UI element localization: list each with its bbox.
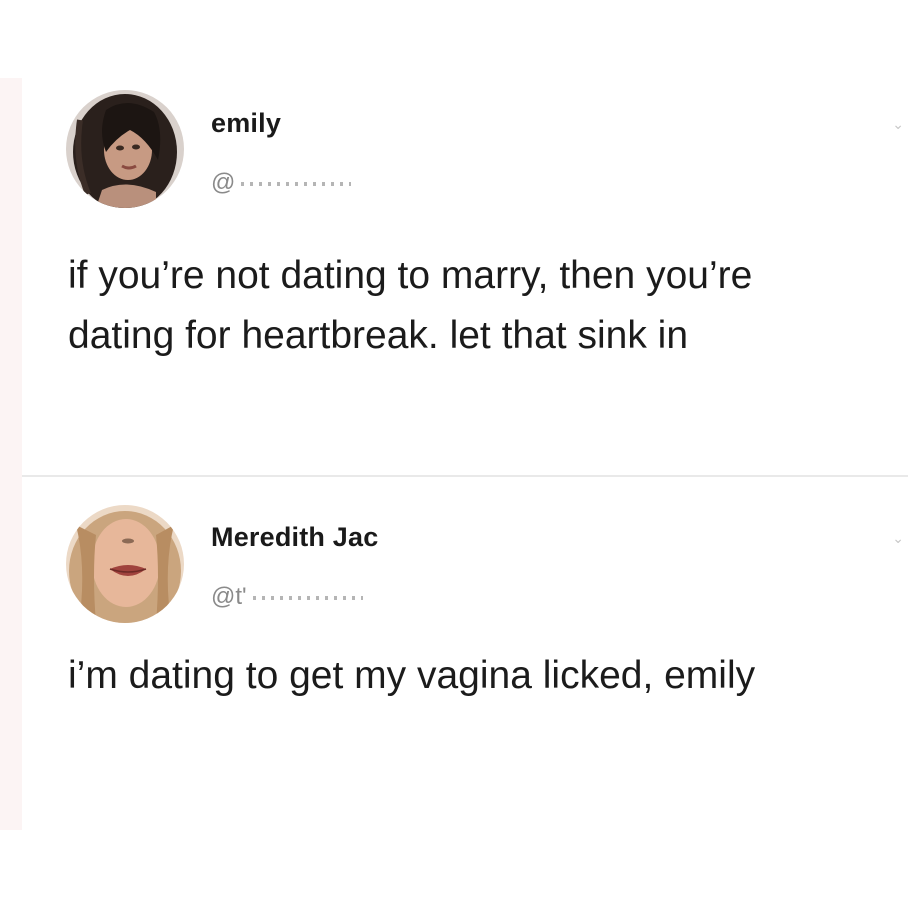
handle[interactable]: @	[211, 169, 352, 197]
tweet-text: i’m dating to get my vagina licked, emil…	[68, 654, 756, 697]
display-name[interactable]: Meredith Jac	[211, 522, 378, 553]
handle-redaction	[241, 181, 352, 186]
tweet-emily[interactable]: emily @ ⌄ if you’re not dating to marry,…	[0, 80, 908, 472]
display-name[interactable]: emily	[211, 108, 281, 139]
avatar-emily-image	[66, 90, 184, 208]
screenshot: emily @ ⌄ if you’re not dating to marry,…	[0, 0, 908, 908]
handle-text: @	[211, 169, 236, 196]
handle-redaction	[252, 595, 363, 600]
chevron-down-icon[interactable]: ⌄	[892, 116, 904, 133]
handle[interactable]: @t'	[211, 583, 363, 611]
tweet-meredith[interactable]: Meredith Jac @t' ⌄ i’m dating to get my …	[0, 480, 908, 830]
avatar-emily[interactable]	[66, 90, 184, 208]
handle-text: @t'	[211, 583, 247, 610]
avatar-meredith-image	[66, 505, 184, 623]
avatar-meredith[interactable]	[66, 505, 184, 623]
tweet-text: if you’re not dating to marry, then you’…	[68, 254, 753, 357]
chevron-down-icon[interactable]: ⌄	[892, 530, 904, 547]
tweet-divider	[22, 475, 908, 477]
